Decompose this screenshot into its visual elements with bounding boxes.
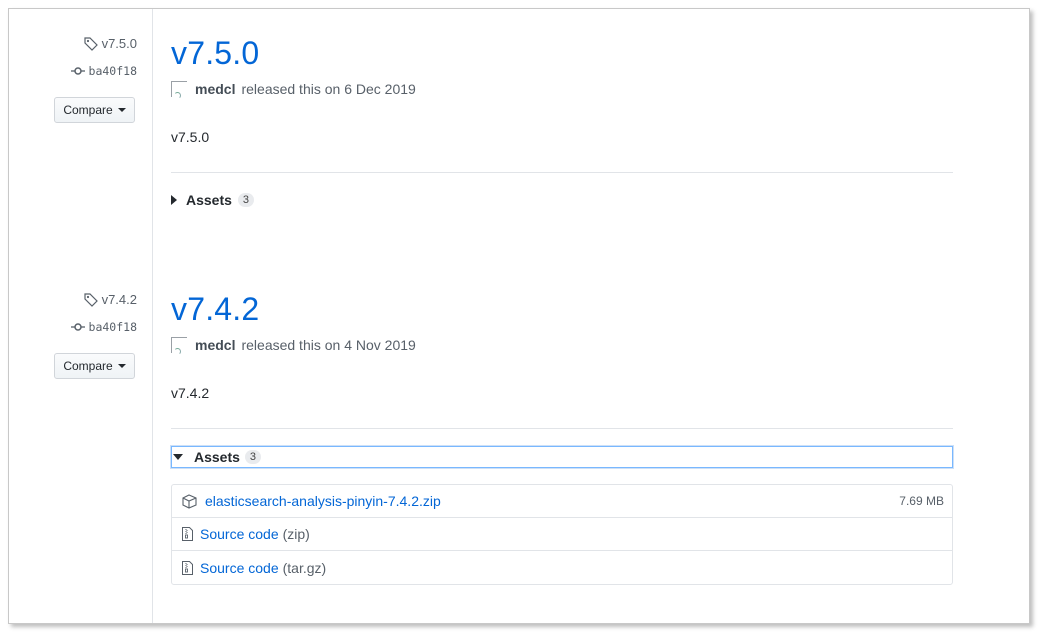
commit-link[interactable]: ba40f18	[70, 64, 137, 78]
divider	[171, 428, 953, 429]
compare-label: Compare	[63, 359, 113, 373]
release-description: v7.5.0	[171, 129, 210, 145]
compare-button[interactable]: Compare	[54, 97, 135, 123]
release-meta: medcl released this on 4 Nov 2019	[171, 337, 416, 355]
triangle-down-icon	[173, 454, 183, 460]
assets-label: Assets	[186, 192, 232, 208]
assets-toggle[interactable]: Assets 3	[171, 446, 953, 468]
tag-label: v7.4.2	[101, 292, 137, 307]
release-title[interactable]: v7.4.2	[171, 289, 259, 329]
source-ext: (tar.gz)	[282, 559, 327, 576]
tag-label: v7.5.0	[101, 36, 137, 51]
commit-icon	[70, 323, 85, 331]
asset-list: elasticsearch-analysis-pinyin-7.4.2.zip …	[171, 484, 953, 585]
tag-icon	[83, 36, 98, 51]
author-link[interactable]: medcl	[195, 337, 235, 353]
package-icon	[182, 493, 197, 509]
tag-link[interactable]: v7.4.2	[83, 292, 137, 307]
assets-label: Assets	[194, 449, 240, 465]
tag-link[interactable]: v7.5.0	[83, 36, 137, 51]
release-description: v7.4.2	[171, 385, 210, 401]
assets-toggle[interactable]: Assets 3	[171, 192, 255, 208]
compare-button[interactable]: Compare	[54, 353, 135, 379]
asset-row: elasticsearch-analysis-pinyin-7.4.2.zip …	[172, 485, 952, 518]
avatar[interactable]	[171, 81, 187, 99]
assets-count-badge: 3	[244, 450, 262, 464]
file-zip-icon	[182, 560, 193, 575]
divider	[171, 172, 953, 173]
caret-down-icon	[117, 108, 126, 112]
source-targz-link[interactable]: Source code (tar.gz)	[200, 560, 326, 576]
release-meta: medcl released this on 6 Dec 2019	[171, 81, 416, 99]
commit-hash: ba40f18	[88, 64, 137, 78]
releases-page: v7.5.0 ba40f18 Compare v7.5.0 medcl rele…	[8, 8, 1030, 624]
source-ext: (zip)	[282, 526, 310, 542]
release-date-text: released this on 4 Nov 2019	[241, 337, 416, 353]
assets-count-badge: 3	[237, 193, 255, 207]
asset-download-link[interactable]: elasticsearch-analysis-pinyin-7.4.2.zip	[205, 493, 441, 509]
release-title[interactable]: v7.5.0	[171, 33, 259, 73]
commit-icon	[70, 67, 85, 75]
asset-row: Source code (zip)	[172, 518, 952, 551]
tag-icon	[83, 292, 98, 307]
file-zip-icon	[182, 527, 193, 541]
asset-size: 7.69 MB	[899, 494, 944, 508]
source-code-label: Source code	[200, 559, 279, 576]
source-code-label: Source code	[200, 526, 279, 542]
commit-link[interactable]: ba40f18	[70, 320, 137, 334]
commit-hash: ba40f18	[88, 320, 137, 334]
source-zip-link[interactable]: Source code (zip)	[200, 526, 310, 542]
avatar[interactable]	[171, 337, 187, 355]
release-date-text: released this on 6 Dec 2019	[241, 81, 416, 97]
caret-down-icon	[117, 364, 126, 368]
asset-row: Source code (tar.gz)	[172, 551, 952, 584]
author-link[interactable]: medcl	[195, 81, 235, 97]
compare-label: Compare	[63, 103, 113, 117]
triangle-right-icon	[171, 195, 177, 205]
